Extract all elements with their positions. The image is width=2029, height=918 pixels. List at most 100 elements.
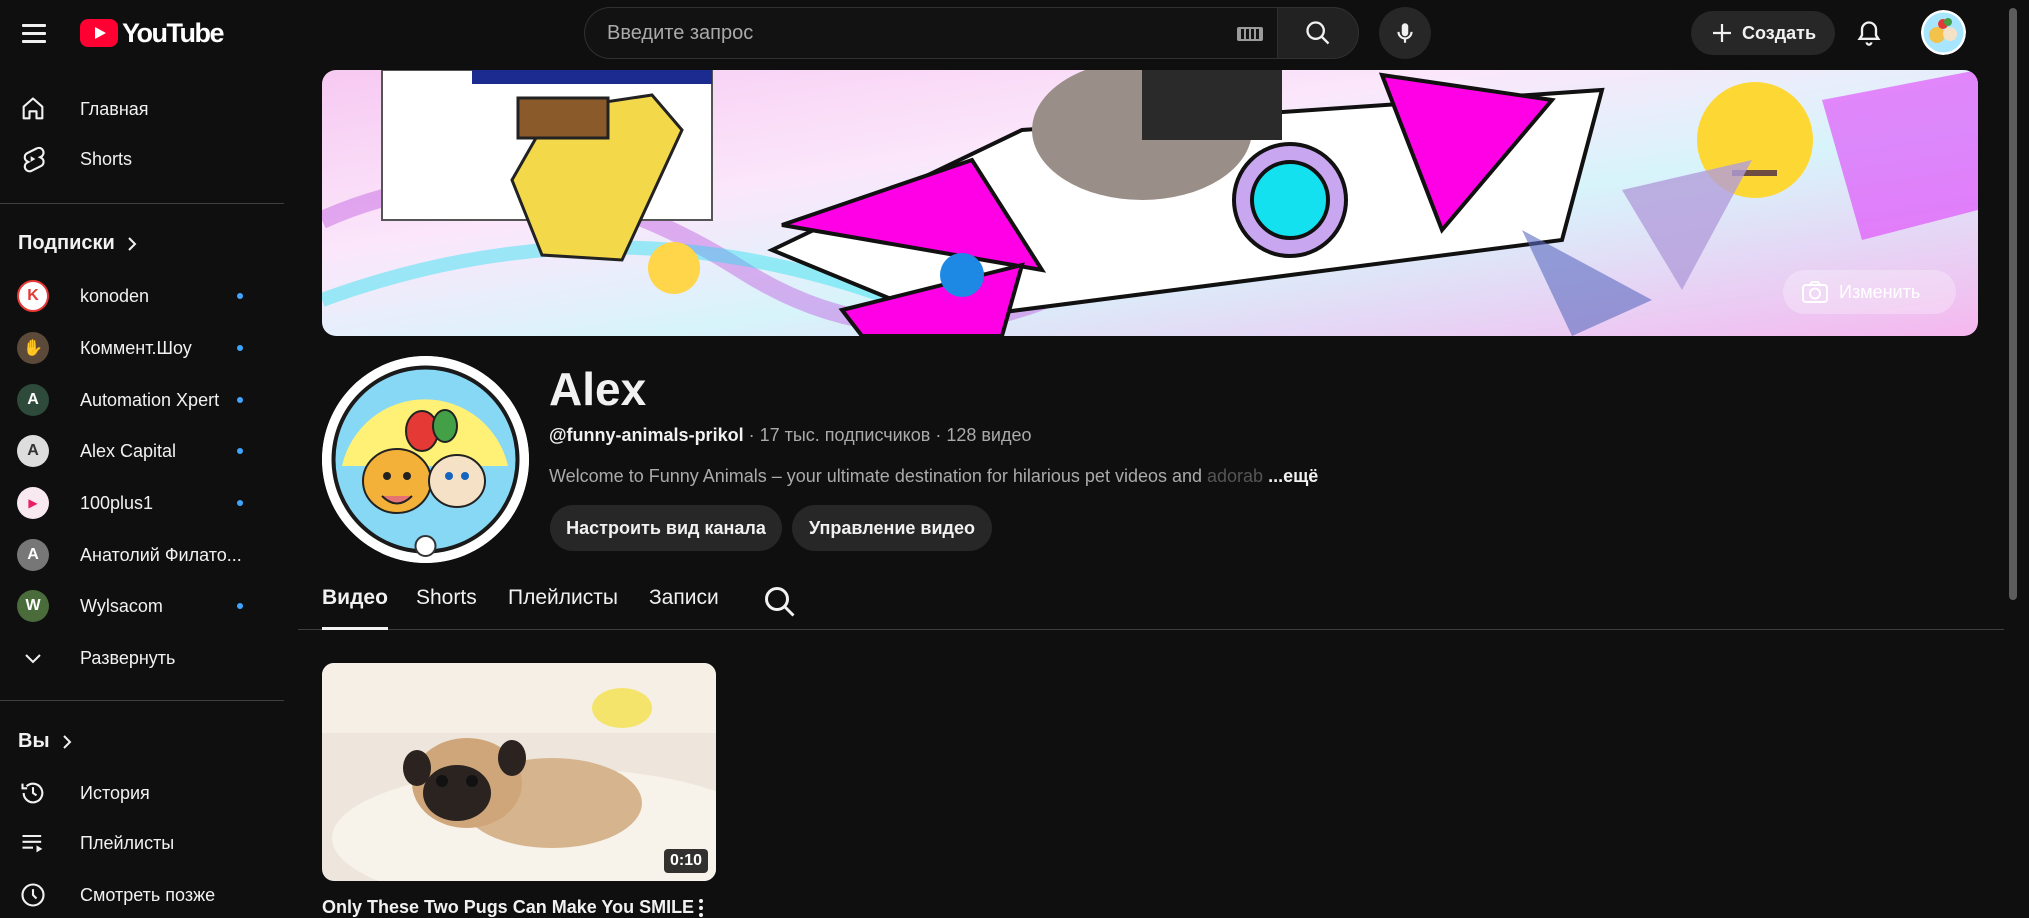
sidebar-item-subscription[interactable]: A Automation Xpert xyxy=(0,375,284,425)
channel-banner xyxy=(322,70,1978,336)
sidebar-item-label: Плейлисты xyxy=(80,832,175,853)
search-box xyxy=(584,7,1277,59)
shorts-icon xyxy=(16,142,50,176)
channel-avatar: K xyxy=(17,280,49,312)
sidebar-item-subscription[interactable]: W Wylsacom xyxy=(0,581,284,631)
chevron-down-icon xyxy=(16,641,50,675)
sidebar-item-label: Alex Capital xyxy=(80,440,177,461)
sidebar-item-label: Развернуть xyxy=(80,647,176,668)
sidebar-item-label: Shorts xyxy=(80,148,133,169)
channel-avatar: А xyxy=(17,539,49,571)
sidebar-item-home[interactable]: Главная xyxy=(0,84,284,134)
sidebar-item-subscription[interactable]: A Alex Capital xyxy=(0,426,284,476)
tab-shorts[interactable]: Shorts xyxy=(416,586,477,630)
sidebar-item-label: Смотреть позже xyxy=(80,884,216,905)
history-icon xyxy=(16,776,50,810)
menu-icon[interactable] xyxy=(14,13,54,53)
banner-art xyxy=(322,70,1978,336)
channel-handle[interactable]: @funny-animals-prikol xyxy=(549,425,744,445)
sidebar-item-label: konoden xyxy=(80,285,150,306)
new-content-dot xyxy=(237,500,243,506)
video-duration: 0:10 xyxy=(663,849,708,873)
you-title: Вы xyxy=(18,730,50,752)
plus-icon xyxy=(1712,24,1731,42)
sidebar-item-watch-later[interactable]: Смотреть позже xyxy=(0,870,284,918)
account-avatar[interactable] xyxy=(1921,10,1966,55)
channel-avatar: ✋ xyxy=(17,332,49,364)
voice-search-button[interactable] xyxy=(1379,7,1431,59)
tab-videos[interactable]: Видео xyxy=(322,586,388,630)
description-text: Welcome to Funny Animals – your ultimate… xyxy=(549,466,1208,486)
page-scrollbar[interactable] xyxy=(2006,0,2020,918)
subscriptions-title: Подписки xyxy=(18,232,115,254)
search-input[interactable] xyxy=(607,21,1207,45)
create-button[interactable]: Создать xyxy=(1691,11,1835,55)
sidebar-divider xyxy=(0,700,284,701)
video-card[interactable]: 0:10 Only These Two Pugs Can Make You SM… xyxy=(322,663,716,917)
sidebar-item-subscription[interactable]: ▶ 100plus1 xyxy=(0,478,284,528)
video-title[interactable]: Only These Two Pugs Can Make You SMILE xyxy=(322,897,694,918)
youtube-logo-icon xyxy=(80,19,118,47)
search-icon[interactable] xyxy=(762,584,798,620)
sidebar-item-label: Wylsacom xyxy=(80,595,163,616)
more-link[interactable]: ...ещё xyxy=(1268,466,1318,486)
sidebar-item-subscription[interactable]: А Анатолий Филато... xyxy=(0,530,284,580)
chevron-right-icon xyxy=(62,734,71,749)
channel-avatar: ▶ xyxy=(17,487,49,519)
search-icon xyxy=(1306,21,1330,45)
sidebar-item-label: Automation Xpert xyxy=(80,389,220,410)
sidebar-item-label: 100plus1 xyxy=(80,492,154,513)
new-content-dot xyxy=(237,448,243,454)
you-heading[interactable]: Вы xyxy=(18,730,74,753)
channel-avatar: W xyxy=(17,590,49,622)
sidebar-item-label: Анатолий Филато... xyxy=(80,544,242,565)
search-button[interactable] xyxy=(1277,7,1359,59)
manage-videos-button[interactable]: Управление видео xyxy=(792,505,992,551)
video-thumbnail[interactable]: 0:10 xyxy=(322,663,716,881)
sidebar-item-label: Коммент.Шоу xyxy=(80,337,192,358)
channel-avatar[interactable] xyxy=(322,356,529,563)
sidebar-item-subscription[interactable]: K konoden xyxy=(0,271,284,321)
customize-channel-button[interactable]: Настроить вид канала xyxy=(550,505,782,551)
subscriptions-heading[interactable]: Подписки xyxy=(18,232,139,255)
sidebar-item-shorts[interactable]: Shorts xyxy=(0,134,284,184)
edit-banner-button[interactable]: Изменить xyxy=(1783,270,1956,314)
thumbnail-image xyxy=(322,663,716,881)
tab-playlists[interactable]: Плейлисты xyxy=(508,586,618,630)
scrollbar-thumb[interactable] xyxy=(2009,8,2017,600)
youtube-logo[interactable]: YouTube xyxy=(80,17,224,48)
description-fade-text: adorab xyxy=(1207,466,1264,486)
search-bar xyxy=(584,7,1359,59)
microphone-icon xyxy=(1397,23,1413,43)
watch-later-icon xyxy=(16,878,50,912)
sidebar-expand-button[interactable]: Развернуть xyxy=(0,633,284,683)
edit-banner-label: Изменить xyxy=(1839,281,1921,302)
new-content-dot xyxy=(237,397,243,403)
camera-icon xyxy=(1802,281,1828,303)
sidebar-item-subscription[interactable]: ✋ Коммент.Шоу xyxy=(0,323,284,373)
keyboard-icon[interactable] xyxy=(1237,27,1263,41)
logo-text: YouTube xyxy=(122,17,224,48)
notifications-button[interactable] xyxy=(1848,12,1890,54)
tab-posts[interactable]: Записи xyxy=(649,586,719,630)
home-icon xyxy=(16,92,50,126)
more-options-icon[interactable] xyxy=(696,899,706,918)
sidebar-item-playlists[interactable]: Плейлисты xyxy=(0,818,284,868)
chevron-right-icon xyxy=(128,236,137,251)
sidebar-divider xyxy=(0,203,284,204)
channel-description[interactable]: Welcome to Funny Animals – your ultimate… xyxy=(549,466,1318,487)
top-bar: YouTube Создать xyxy=(0,0,2029,68)
sidebar-item-label: История xyxy=(80,782,150,803)
channel-tabs: Видео Shorts Плейлисты Записи xyxy=(298,578,2004,630)
channel-name: Alex xyxy=(549,363,647,415)
new-content-dot xyxy=(237,293,243,299)
new-content-dot xyxy=(237,603,243,609)
create-label: Создать xyxy=(1741,22,1817,43)
sidebar: Главная Shorts Подписки K konoden ✋ Комм… xyxy=(0,68,284,918)
sidebar-item-label: Главная xyxy=(80,98,149,119)
sidebar-item-history[interactable]: История xyxy=(0,768,284,818)
channel-meta: @funny-animals-prikol · 17 тыс. подписчи… xyxy=(549,425,1032,446)
channel-stats: · 17 тыс. подписчиков · 128 видео xyxy=(743,425,1032,445)
bell-icon xyxy=(1857,21,1881,46)
playlists-icon xyxy=(16,826,50,860)
